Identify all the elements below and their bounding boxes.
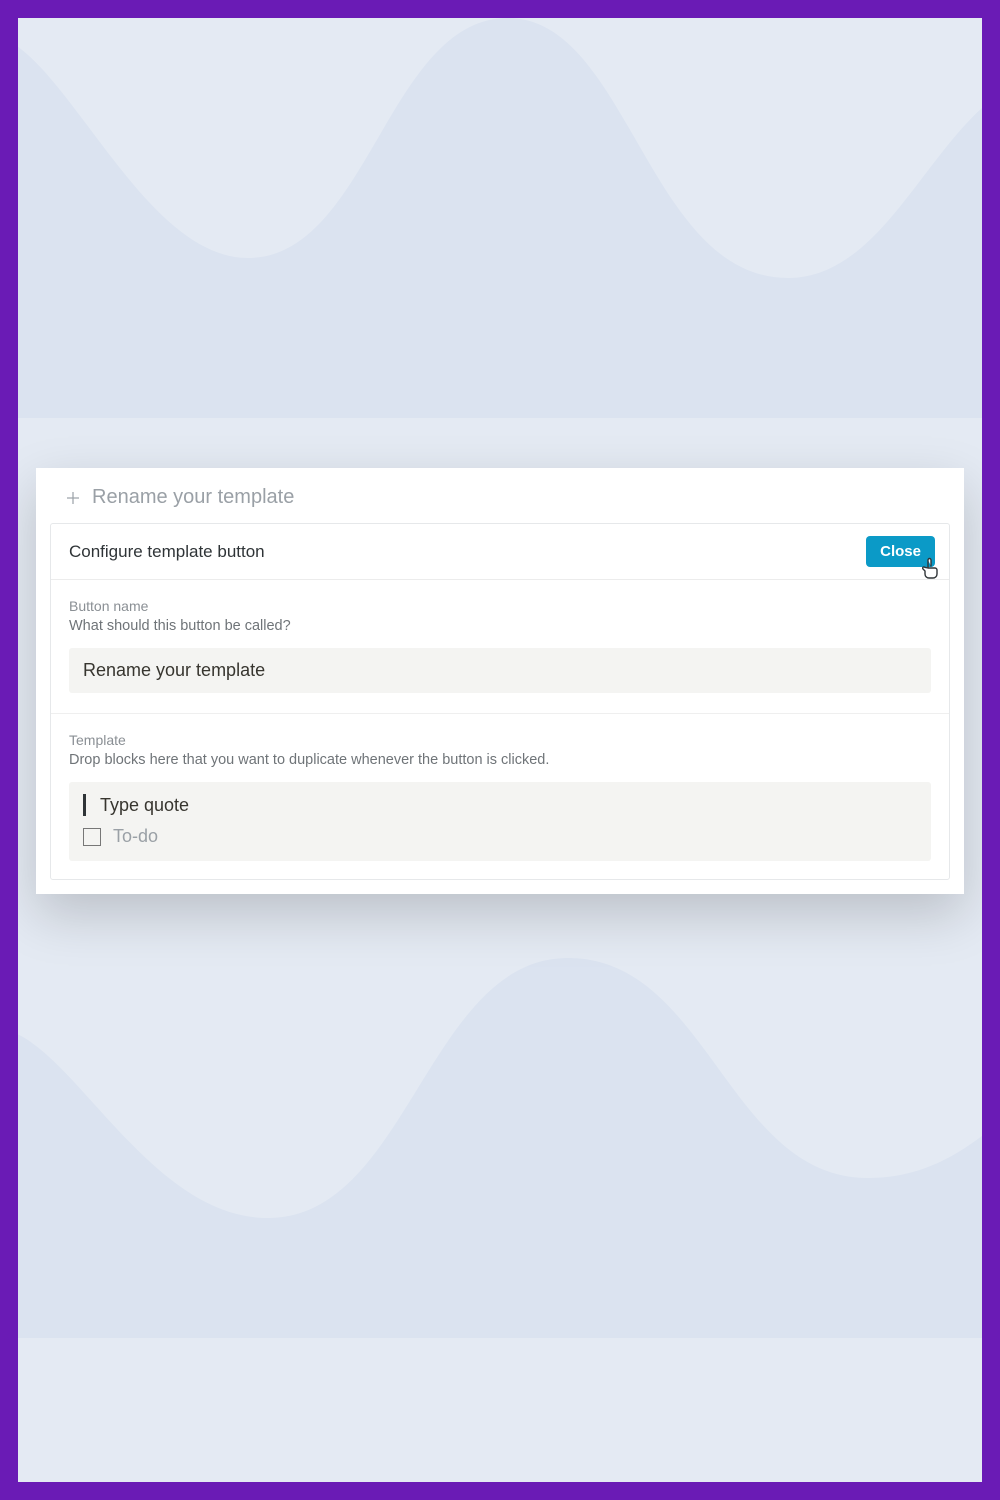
template-description: Drop blocks here that you want to duplic… bbox=[69, 752, 931, 768]
configure-panel: Configure template button Close Button n… bbox=[50, 523, 950, 880]
button-name-input[interactable] bbox=[69, 648, 931, 693]
todo-block-text: To-do bbox=[113, 826, 158, 847]
template-title-row[interactable]: Rename your template bbox=[36, 482, 964, 523]
template-section: Template Drop blocks here that you want … bbox=[51, 714, 949, 879]
quote-block[interactable]: Type quote bbox=[83, 794, 917, 816]
decorative-wave-bottom bbox=[18, 918, 982, 1338]
template-label: Template bbox=[69, 732, 931, 748]
button-name-section: Button name What should this button be c… bbox=[51, 580, 949, 714]
quote-block-text: Type quote bbox=[100, 795, 189, 816]
editor-card: Rename your template Configure template … bbox=[36, 468, 964, 894]
template-drop-area[interactable]: Type quote To-do bbox=[69, 782, 931, 861]
close-button[interactable]: Close bbox=[866, 536, 935, 567]
button-name-label: Button name bbox=[69, 598, 931, 614]
quote-bar-icon bbox=[83, 794, 86, 816]
page-background: Rename your template Configure template … bbox=[18, 18, 982, 1482]
plus-icon bbox=[64, 489, 82, 507]
checkbox-icon[interactable] bbox=[83, 828, 101, 846]
todo-block[interactable]: To-do bbox=[83, 826, 917, 847]
panel-header: Configure template button Close bbox=[51, 524, 949, 580]
template-title-text: Rename your template bbox=[92, 486, 294, 509]
panel-title: Configure template button bbox=[69, 542, 265, 562]
close-button-label: Close bbox=[880, 543, 921, 560]
cursor-hand-icon bbox=[919, 557, 943, 581]
button-name-description: What should this button be called? bbox=[69, 618, 931, 634]
decorative-wave-top bbox=[18, 18, 982, 418]
